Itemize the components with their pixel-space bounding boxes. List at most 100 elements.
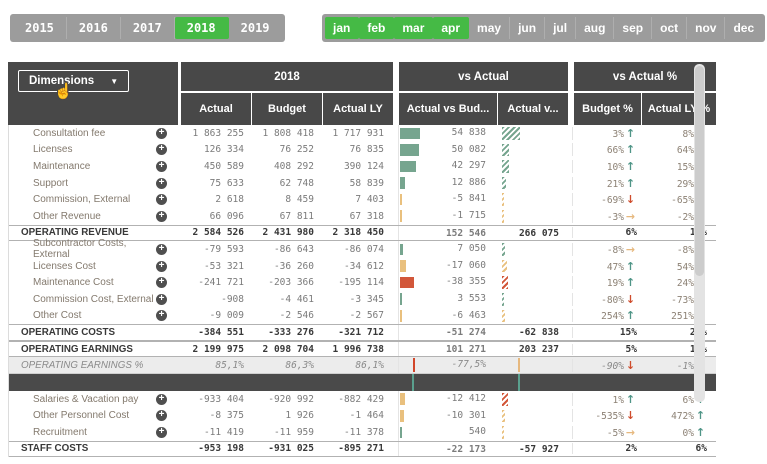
budget-pct-cell: 3%↑ bbox=[572, 127, 639, 140]
variance-ly-bar bbox=[502, 293, 504, 306]
expand-icon[interactable]: + bbox=[156, 310, 167, 321]
column-header[interactable]: Actual v... bbox=[498, 93, 568, 125]
expand-icon[interactable]: + bbox=[156, 144, 167, 155]
value-cell: -203 366 bbox=[252, 277, 322, 288]
variance-ly-bar-cell bbox=[496, 142, 566, 159]
value-cell: 76 252 bbox=[252, 144, 322, 155]
row-label: OPERATING COSTS bbox=[21, 327, 115, 338]
table-header: Dimensions ▼ ☝ 2018ActualBudgetActual LY… bbox=[8, 62, 716, 125]
budget-pct-cell: -69%↓ bbox=[572, 193, 639, 206]
variance-value: -1 715 bbox=[452, 208, 486, 225]
value-cell: 2 431 980 bbox=[252, 227, 322, 238]
value-cell: 1 996 738 bbox=[322, 344, 392, 355]
down-arrow-icon: ↓ bbox=[624, 293, 637, 306]
dimensions-dropdown[interactable]: Dimensions ▼ bbox=[18, 70, 129, 92]
table-row: Licenses+126 33476 25276 83550 08266%↑64… bbox=[9, 142, 716, 159]
column-header[interactable]: Actual LY bbox=[323, 93, 393, 125]
expand-icon[interactable]: + bbox=[156, 394, 167, 405]
month-button-oct[interactable]: oct bbox=[652, 17, 687, 39]
pct-value: 10% bbox=[607, 162, 624, 173]
expand-icon[interactable]: + bbox=[156, 161, 167, 172]
variance-value: 7 050 bbox=[457, 241, 486, 258]
expand-icon[interactable]: + bbox=[156, 128, 167, 139]
month-button-jun[interactable]: jun bbox=[510, 17, 545, 39]
row-label-cell: Other Personnel Cost+ bbox=[9, 408, 179, 425]
column-header[interactable]: Actual vs Bud... bbox=[399, 93, 497, 125]
expand-icon[interactable]: + bbox=[156, 211, 167, 222]
up-arrow-icon: ↑ bbox=[624, 177, 637, 190]
year-button-2016[interactable]: 2016 bbox=[67, 17, 121, 39]
row-label-cell: OPERATING COSTS bbox=[9, 325, 179, 340]
variance-bar-cell: 540 bbox=[398, 424, 496, 441]
value-cell: 2 318 450 bbox=[322, 227, 392, 238]
value-cell: 85,1% bbox=[182, 360, 252, 371]
expand-icon[interactable]: + bbox=[156, 277, 167, 288]
month-button-dec[interactable]: dec bbox=[725, 17, 762, 39]
variance-value: -77,5% bbox=[452, 357, 486, 374]
year-button-2015[interactable]: 2015 bbox=[13, 17, 67, 39]
expand-icon[interactable]: + bbox=[156, 410, 167, 421]
variance-value: 42 297 bbox=[452, 158, 486, 175]
variance-bar bbox=[400, 260, 406, 272]
month-button-jan[interactable]: jan bbox=[325, 17, 359, 39]
table-body: Consultation fee+1 863 2551 808 4181 717… bbox=[8, 125, 716, 457]
column-header[interactable]: Actual bbox=[181, 93, 251, 125]
expand-icon[interactable]: + bbox=[156, 244, 167, 255]
variance-ly-value: 266 075 bbox=[519, 226, 559, 243]
expand-icon[interactable]: + bbox=[156, 178, 167, 189]
value-cell: -953 198 bbox=[182, 443, 252, 454]
variance-bar bbox=[400, 293, 402, 305]
month-button-mar[interactable]: mar bbox=[394, 17, 433, 39]
budget-pct-cell: -8%→ bbox=[572, 243, 639, 256]
row-label-cell: OPERATING EARNINGS bbox=[9, 342, 179, 357]
pct-value: -73% bbox=[671, 295, 694, 306]
budget-pct-cell: 254%↑ bbox=[572, 309, 639, 322]
value-cell: 390 124 bbox=[322, 161, 392, 172]
variance-ly-bar bbox=[502, 160, 509, 173]
expand-icon[interactable]: + bbox=[156, 294, 167, 305]
up-arrow-icon: ↑ bbox=[694, 426, 707, 439]
year-button-2017[interactable]: 2017 bbox=[121, 17, 175, 39]
budget-pct-cell: 21%↑ bbox=[572, 177, 639, 190]
value-cell: 1 926 bbox=[252, 410, 322, 421]
budget-pct-cell: 47%↑ bbox=[572, 260, 639, 273]
value-cell: 58 839 bbox=[322, 178, 392, 189]
month-button-apr[interactable]: apr bbox=[433, 17, 469, 39]
value-cell: -931 025 bbox=[252, 443, 322, 454]
column-header[interactable]: Budget % bbox=[574, 93, 641, 125]
pct-value: -1% bbox=[677, 361, 694, 372]
month-button-jul[interactable]: jul bbox=[545, 17, 576, 39]
pct-value: 64% bbox=[677, 145, 694, 156]
column-header[interactable]: Budget bbox=[252, 93, 322, 125]
month-button-nov[interactable]: nov bbox=[687, 17, 725, 39]
variance-ly-bar-cell bbox=[496, 208, 566, 225]
year-button-2019[interactable]: 2019 bbox=[229, 17, 282, 39]
pct-value: 47% bbox=[607, 262, 624, 273]
vertical-scrollbar[interactable] bbox=[694, 64, 705, 402]
month-button-feb[interactable]: feb bbox=[359, 17, 394, 39]
variance-ly-bar-cell bbox=[496, 241, 566, 258]
variance-bar bbox=[400, 177, 405, 189]
table-row: OPERATING EARNINGS %85,1%86,3%86,1%-77,5… bbox=[9, 357, 716, 374]
pct-value: 6% bbox=[626, 227, 637, 238]
row-label: STAFF COSTS bbox=[21, 443, 88, 454]
variance-ly-bar-cell bbox=[496, 408, 566, 425]
table-row: Consultation fee+1 863 2551 808 4181 717… bbox=[9, 125, 716, 142]
variance-value: -5 841 bbox=[452, 191, 486, 208]
year-button-2018[interactable]: 2018 bbox=[175, 17, 229, 39]
row-label-cell: Maintenance+ bbox=[9, 158, 179, 175]
month-button-may[interactable]: may bbox=[469, 17, 510, 39]
table-row: OPERATING COSTS-384 551-333 276-321 712-… bbox=[9, 324, 716, 341]
variance-bar bbox=[400, 144, 419, 156]
expand-icon[interactable]: + bbox=[156, 261, 167, 272]
expand-icon[interactable]: + bbox=[156, 427, 167, 438]
variance-value: 101 271 bbox=[446, 342, 486, 359]
variance-ly-bar bbox=[502, 243, 505, 256]
expand-icon[interactable]: + bbox=[156, 194, 167, 205]
variance-ly-value: -57 927 bbox=[519, 442, 559, 459]
variance-ly-bar bbox=[502, 260, 507, 273]
scrollbar-thumb[interactable] bbox=[695, 66, 704, 276]
month-button-sep[interactable]: sep bbox=[614, 17, 652, 39]
table-row: Other Personnel Cost+-8 3751 926-1 464-1… bbox=[9, 408, 716, 425]
month-button-aug[interactable]: aug bbox=[576, 17, 614, 39]
